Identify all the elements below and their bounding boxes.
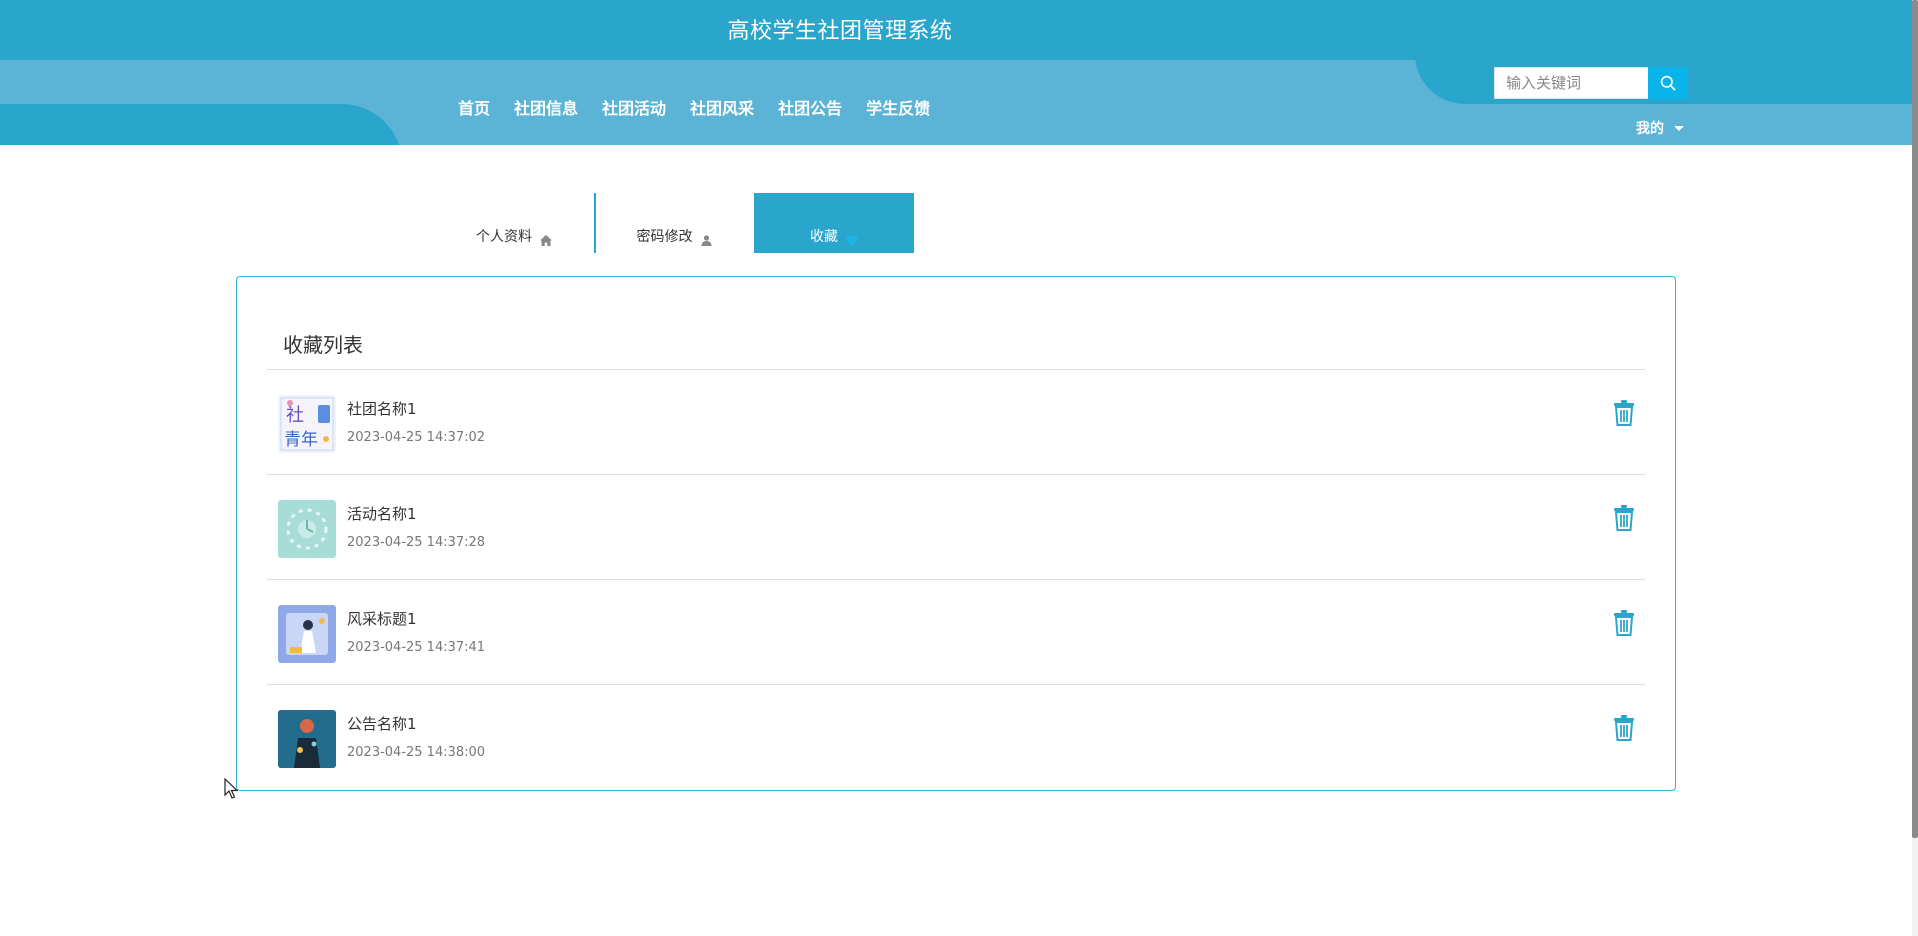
svg-text:青年: 青年	[284, 430, 318, 450]
tab-label: 收藏	[810, 229, 838, 245]
scrollbar-thumb[interactable]	[1912, 0, 1918, 838]
trash-icon[interactable]	[1613, 505, 1635, 531]
trash-icon[interactable]	[1613, 610, 1635, 636]
nav-item-club-info[interactable]: 社团信息	[514, 95, 578, 119]
heart-icon	[846, 235, 858, 246]
nav-item-club-notices[interactable]: 社团公告	[778, 95, 842, 119]
search-button[interactable]	[1648, 67, 1688, 99]
tab-profile[interactable]: 个人资料	[434, 193, 596, 253]
item-name[interactable]: 公告名称1	[347, 713, 417, 734]
nav-item-home[interactable]: 首页	[458, 95, 490, 119]
activity-thumbnail[interactable]	[278, 500, 336, 558]
top-bar: 高校学生社团管理系统	[0, 0, 1912, 60]
trash-icon[interactable]	[1613, 400, 1635, 426]
trash-icon[interactable]	[1613, 715, 1635, 741]
panel-title: 收藏列表	[283, 333, 363, 357]
tab-password[interactable]: 密码修改	[594, 193, 754, 253]
nav-item-club-style[interactable]: 社团风采	[690, 95, 754, 119]
list-item[interactable]: 公告名称1 2023-04-25 14:38:00	[267, 685, 1645, 790]
list-item[interactable]: 社 青年 社团名称1 2023-04-25 14:37:02	[267, 370, 1645, 475]
user-menu[interactable]: 我的	[1636, 118, 1684, 138]
decorative-wave-left	[0, 104, 402, 145]
item-time: 2023-04-25 14:37:41	[347, 640, 486, 655]
list-item[interactable]: 活动名称1 2023-04-25 14:37:28	[267, 475, 1645, 580]
search-input[interactable]	[1494, 67, 1648, 99]
item-time: 2023-04-25 14:37:02	[347, 430, 486, 445]
svg-text:社: 社	[286, 405, 304, 426]
search-icon	[1660, 75, 1676, 91]
item-name[interactable]: 活动名称1	[347, 503, 417, 524]
main-nav: 首页 社团信息 社团活动 社团风采 社团公告 学生反馈	[458, 95, 930, 119]
tab-label: 密码修改	[636, 229, 693, 245]
item-name[interactable]: 社团名称1	[347, 398, 417, 419]
item-time: 2023-04-25 14:38:00	[347, 745, 486, 760]
favorites-panel: 收藏列表 社 青年 社团名称1 2023-04-25 14:37:02 活动名称…	[236, 276, 1676, 791]
item-name[interactable]: 风采标题1	[347, 608, 417, 629]
nav-item-student-feedback[interactable]: 学生反馈	[866, 95, 930, 119]
club-thumbnail[interactable]: 社 青年	[278, 395, 336, 453]
user-icon	[701, 235, 711, 246]
search-bar	[1494, 67, 1688, 99]
home-icon	[540, 235, 552, 246]
site-title: 高校学生社团管理系统	[727, 19, 953, 44]
chevron-down-icon	[1674, 125, 1684, 131]
tab-label: 个人资料	[476, 229, 532, 245]
style-thumbnail[interactable]	[278, 605, 336, 663]
list-item[interactable]: 风采标题1 2023-04-25 14:37:41	[267, 580, 1645, 685]
mouse-cursor-icon	[224, 778, 238, 799]
profile-tabs: 个人资料 密码修改 收藏	[434, 193, 914, 253]
notice-thumbnail[interactable]	[278, 710, 336, 768]
favorites-list: 社 青年 社团名称1 2023-04-25 14:37:02 活动名称1 202…	[267, 370, 1645, 790]
nav-item-club-activities[interactable]: 社团活动	[602, 95, 666, 119]
user-menu-label: 我的	[1636, 121, 1664, 137]
tab-favorites[interactable]: 收藏	[754, 193, 914, 253]
item-time: 2023-04-25 14:37:28	[347, 535, 486, 550]
